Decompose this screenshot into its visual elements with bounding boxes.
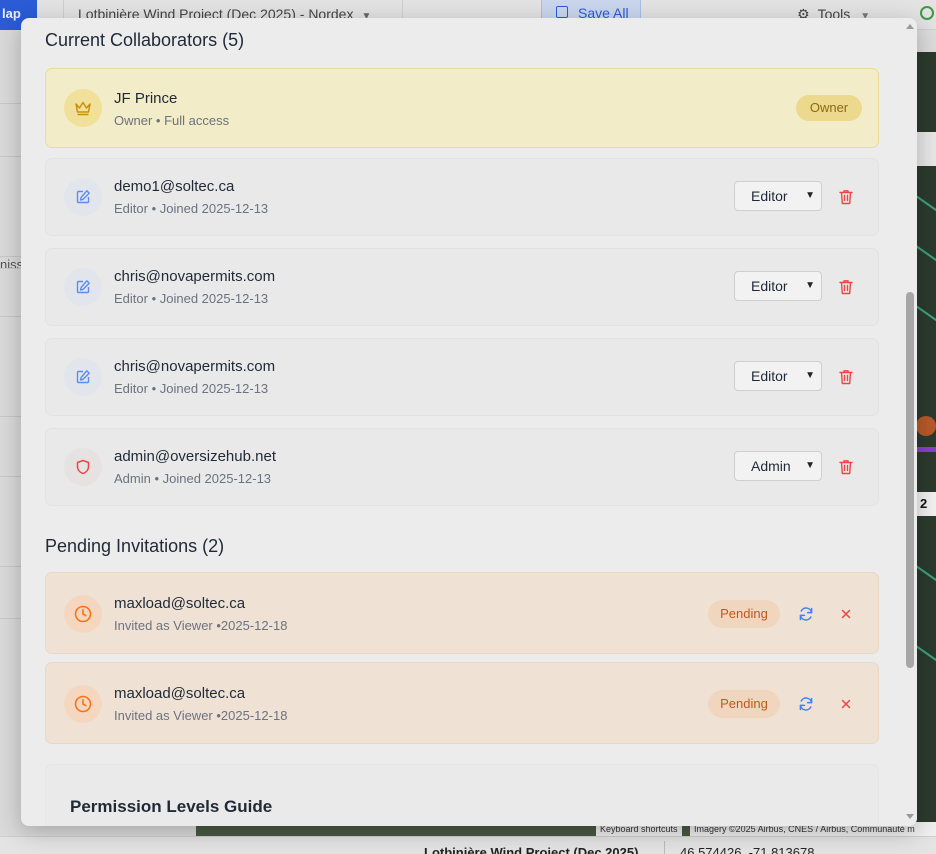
pending-invitations-heading: Pending Invitations (2)	[45, 536, 225, 556]
chevron-down-icon: ▼	[805, 190, 815, 201]
resend-button[interactable]	[795, 603, 817, 625]
status-project: Lotbinière Wind Project (Dec 2025)	[424, 845, 639, 854]
collaborator-email: chris@novapermits.com	[114, 268, 276, 285]
collaborator-row: chris@novapermits.com Editor • Joined 20…	[45, 248, 879, 326]
cancel-invite-button[interactable]	[835, 603, 857, 625]
map-view[interactable]: 2	[916, 52, 936, 822]
status-coordinates: 46.574426, -71.813678	[680, 845, 815, 854]
map-feature	[916, 190, 936, 216]
shield-icon	[64, 448, 102, 486]
invite-email: maxload@soltec.ca	[114, 595, 246, 612]
owner-badge: Owner	[796, 95, 862, 121]
collaborator-subtitle: Admin • Joined 2025-12-13	[114, 471, 272, 486]
users-icon[interactable]	[920, 6, 934, 20]
navigate-icon[interactable]	[916, 132, 936, 166]
pending-invite-row: maxload@soltec.ca Invited as Viewer •202…	[45, 572, 879, 654]
collaborator-email: chris@novapermits.com	[114, 358, 276, 375]
divider	[664, 841, 665, 854]
permission-guide-panel: Permission Levels Guide	[45, 764, 879, 826]
collaborators-modal: Current Collaborators (5) JF Prince Owne…	[21, 18, 917, 826]
invite-subtitle: Invited as Viewer •2025-12-18	[114, 618, 288, 633]
trash-icon	[839, 370, 853, 385]
map-feature	[916, 447, 936, 452]
owner-subtitle: Owner • Full access	[114, 113, 230, 128]
trash-icon	[839, 280, 853, 295]
scrollbar-thumb[interactable]	[906, 292, 914, 668]
chevron-down-icon: ▼	[805, 460, 815, 471]
resend-button[interactable]	[795, 693, 817, 715]
role-select[interactable]: Editor ▼	[734, 361, 822, 391]
status-bar: Lotbinière Wind Project (Dec 2025) 46.57…	[0, 836, 936, 854]
permission-guide-heading: Permission Levels Guide	[70, 797, 273, 816]
collaborator-subtitle: Editor • Joined 2025-12-13	[114, 291, 269, 306]
clock-icon	[64, 685, 102, 723]
role-select[interactable]: Editor ▼	[734, 271, 822, 301]
map-feature	[916, 240, 936, 266]
map-badge: 2	[916, 492, 936, 516]
collaborator-row: admin@oversizehub.net Admin • Joined 202…	[45, 428, 879, 506]
map-pin-icon[interactable]	[916, 416, 936, 436]
edit-icon	[64, 358, 102, 396]
delete-button[interactable]	[835, 456, 857, 478]
close-icon	[841, 699, 851, 709]
current-collaborators-heading: Current Collaborators (5)	[45, 30, 245, 50]
owner-card: JF Prince Owner • Full access Owner	[45, 68, 879, 148]
collaborator-row: demo1@soltec.ca Editor • Joined 2025-12-…	[45, 158, 879, 236]
refresh-icon	[799, 607, 813, 621]
delete-button[interactable]	[835, 276, 857, 298]
scroll-up-arrow-icon[interactable]	[906, 24, 914, 29]
role-value: Editor	[751, 188, 788, 204]
collaborator-email: demo1@soltec.ca	[114, 178, 235, 195]
pending-badge: Pending	[708, 600, 780, 628]
pending-badge: Pending	[708, 690, 780, 718]
owner-name: JF Prince	[114, 90, 178, 107]
edit-icon	[64, 268, 102, 306]
left-panel-text: niss	[0, 257, 24, 272]
role-select[interactable]: Admin ▼	[734, 451, 822, 481]
refresh-icon	[799, 697, 813, 711]
save-icon	[556, 6, 568, 18]
pending-invite-row: maxload@soltec.ca Invited as Viewer •202…	[45, 662, 879, 744]
crown-icon	[64, 89, 102, 127]
role-value: Editor	[751, 368, 788, 384]
map-feature	[916, 300, 936, 326]
trash-icon	[839, 190, 853, 205]
role-select[interactable]: Editor ▼	[734, 181, 822, 211]
collaborator-subtitle: Editor • Joined 2025-12-13	[114, 201, 269, 216]
edit-icon	[64, 178, 102, 216]
collaborator-subtitle: Editor • Joined 2025-12-13	[114, 381, 269, 396]
delete-button[interactable]	[835, 186, 857, 208]
delete-button[interactable]	[835, 366, 857, 388]
map-feature	[916, 640, 936, 666]
chevron-down-icon: ▼	[805, 280, 815, 291]
invite-subtitle: Invited as Viewer •2025-12-18	[114, 708, 288, 723]
role-value: Admin	[751, 458, 791, 474]
map-feature	[916, 560, 936, 586]
cancel-invite-button[interactable]	[835, 693, 857, 715]
collaborator-row: chris@novapermits.com Editor • Joined 20…	[45, 338, 879, 416]
chevron-down-icon: ▼	[805, 370, 815, 381]
invite-email: maxload@soltec.ca	[114, 685, 246, 702]
role-value: Editor	[751, 278, 788, 294]
scroll-down-arrow-icon[interactable]	[906, 814, 914, 819]
close-icon	[841, 609, 851, 619]
clock-icon	[64, 595, 102, 633]
modal-content[interactable]: Current Collaborators (5) JF Prince Owne…	[21, 18, 905, 826]
collaborator-email: admin@oversizehub.net	[114, 448, 276, 465]
modal-scrollbar[interactable]	[903, 18, 917, 826]
trash-icon	[839, 460, 853, 475]
